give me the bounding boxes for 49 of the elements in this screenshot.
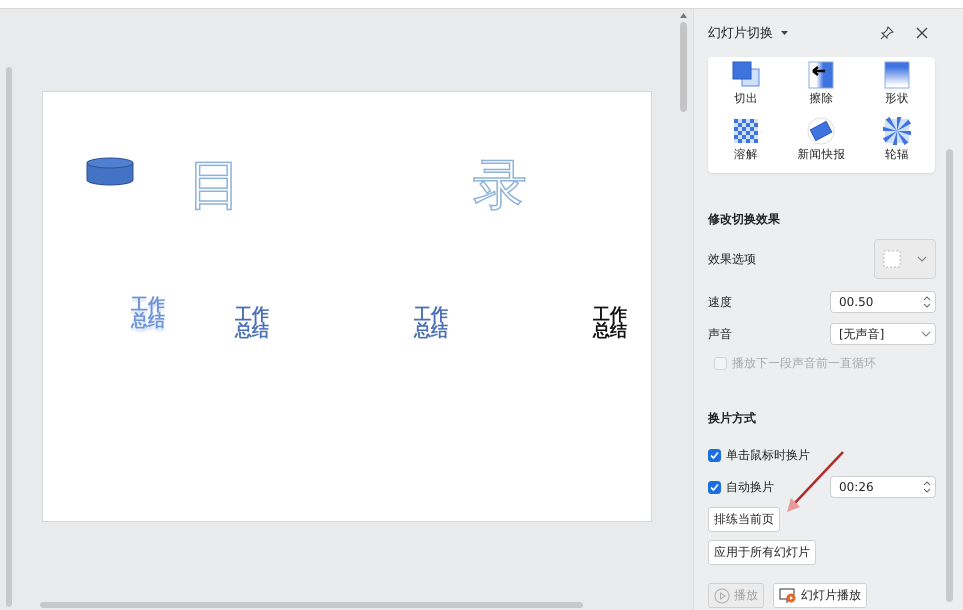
slide-text: 工作总结 — [131, 297, 166, 330]
checkbox-label: 自动换片 — [726, 478, 774, 496]
spin-arrows-icon[interactable] — [923, 480, 931, 494]
scrollbar-thumb[interactable] — [680, 22, 686, 112]
chevron-down-icon — [917, 256, 927, 262]
time-input[interactable]: 00:26 — [830, 476, 936, 498]
speed-input[interactable]: 00.50 — [830, 291, 936, 313]
gradient-square-icon — [883, 61, 912, 89]
section-heading: 修改切换效果 — [708, 211, 781, 228]
action-button[interactable]: 应用于所有幻灯片 — [708, 540, 816, 565]
pin-icon[interactable] — [880, 26, 894, 40]
effect-label[interactable]: 切出 — [734, 91, 758, 106]
section-heading: 换片方式 — [708, 410, 757, 427]
slide-text: 工作总结 — [414, 307, 449, 340]
checkbox[interactable] — [708, 480, 721, 494]
scrollbar[interactable] — [946, 149, 953, 602]
scroll-up-icon[interactable] — [680, 13, 686, 18]
checkbox-label: 单击鼠标时换片 — [726, 446, 810, 464]
sound-dropdown[interactable]: [无声音] — [830, 323, 936, 345]
outline-title-char: 目 — [188, 158, 242, 212]
spin-arrows-icon[interactable] — [923, 295, 931, 309]
slide-text: 工作总结 — [593, 307, 628, 340]
scrollbar[interactable] — [6, 67, 12, 607]
play-button[interactable]: 幻灯片播放 — [773, 583, 867, 608]
chevron-down-icon — [921, 331, 931, 337]
spokes-icon — [883, 117, 912, 145]
field-label: 效果选项 — [708, 250, 756, 268]
panel-title[interactable]: 幻灯片切换 — [708, 24, 773, 42]
field-label: 声音 — [708, 326, 732, 342]
effect-label[interactable]: 形状 — [885, 91, 910, 106]
effect-label[interactable]: 轮辐 — [885, 147, 910, 162]
effect-label[interactable]: 溶解 — [734, 147, 758, 162]
dotted-square-icon — [883, 250, 901, 268]
checkbox[interactable] — [708, 448, 721, 462]
checker-icon — [732, 117, 760, 145]
caret-icon[interactable] — [781, 31, 788, 35]
effect-label[interactable]: 新闻快报 — [797, 147, 846, 162]
close-icon[interactable] — [916, 27, 928, 39]
action-button[interactable]: 排练当前页 — [708, 507, 780, 532]
cylinder-shape — [86, 157, 134, 187]
field-label: 速度 — [708, 294, 732, 310]
effect-label[interactable]: 擦除 — [809, 91, 834, 106]
scrollbar[interactable] — [40, 602, 583, 608]
outline-title-char: 录 — [473, 158, 527, 212]
slideshow-icon — [779, 588, 797, 604]
overlapping-squares-icon — [732, 61, 760, 89]
slide-text: 工作总结 — [235, 307, 270, 340]
checkbox-label: 播放下一段声音前一直循环 — [732, 354, 876, 372]
play-circle-icon — [714, 588, 730, 604]
